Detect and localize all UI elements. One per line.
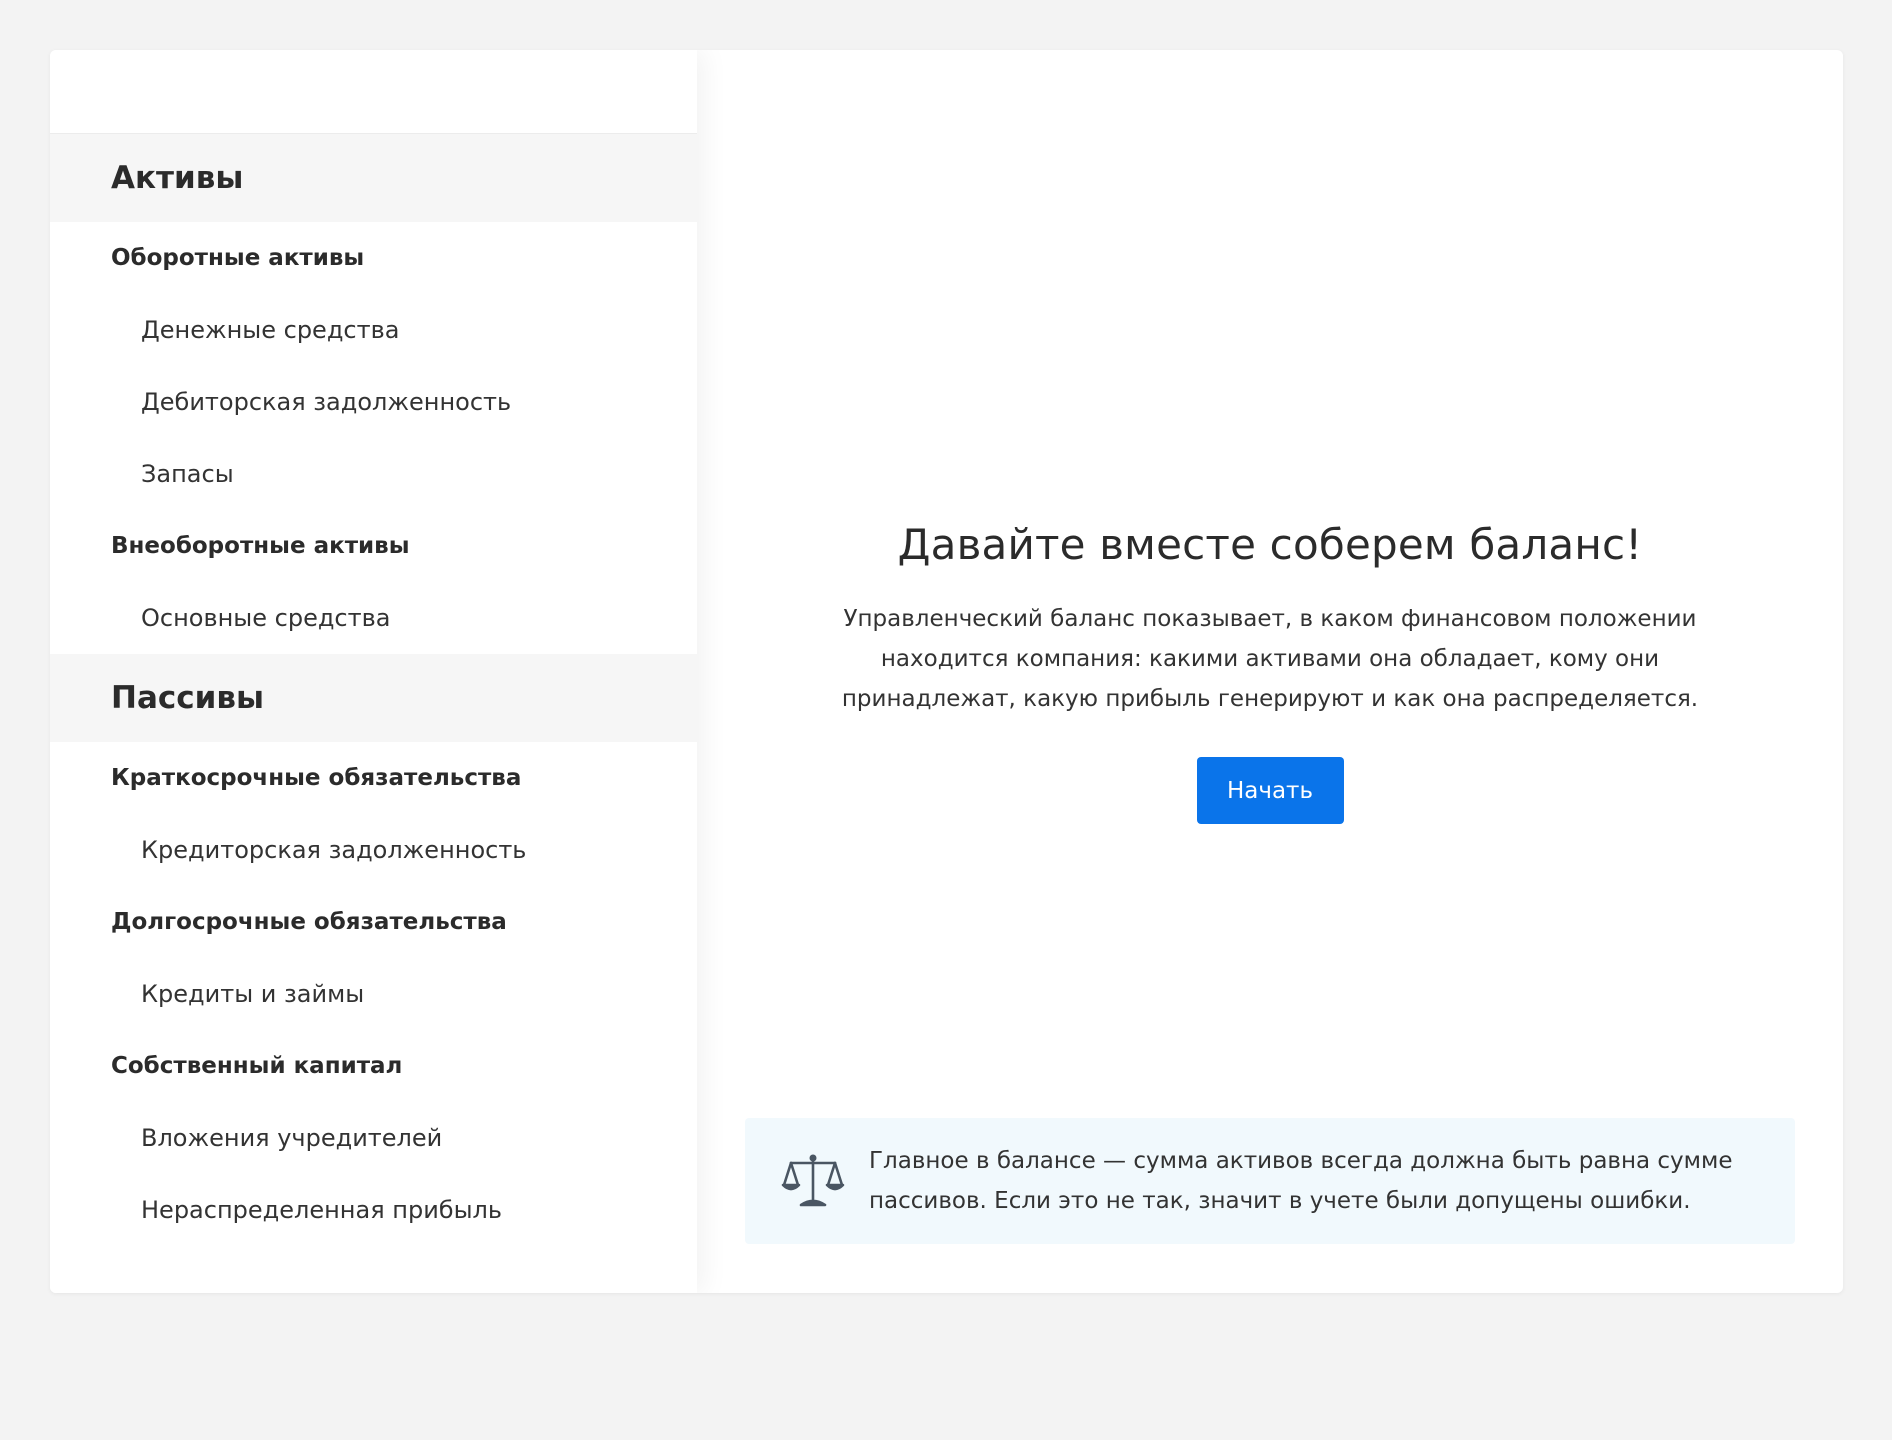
- sidebar-item-cash[interactable]: Денежные средства: [50, 294, 697, 366]
- sidebar-item-inventory[interactable]: Запасы: [50, 438, 697, 510]
- sidebar-item-founders-investments[interactable]: Вложения учредителей: [50, 1102, 697, 1174]
- group-short-term-liabilities: Краткосрочные обязательства: [111, 765, 522, 791]
- sidebar-item-loans[interactable]: Кредиты и займы: [50, 958, 697, 1030]
- note-text: Главное в балансе — сумма активов всегда…: [869, 1148, 1733, 1214]
- page-title: Давайте вместе соберем баланс!: [897, 520, 1643, 569]
- group-noncurrent-assets: Внеоборотные активы: [111, 533, 410, 559]
- group-equity: Собственный капитал: [111, 1053, 403, 1079]
- main-panel: Давайте вместе соберем баланс! Управленч…: [697, 50, 1843, 1293]
- sidebar-item-receivables[interactable]: Дебиторская задолженность: [50, 366, 697, 438]
- section-assets: Активы: [50, 134, 697, 222]
- sidebar-item-payables[interactable]: Кредиторская задолженность: [50, 814, 697, 886]
- info-note: Главное в балансе — сумма активов всегда…: [745, 1118, 1795, 1244]
- balance-sidebar: Активы Оборотные активы Денежные средств…: [50, 50, 697, 1293]
- section-liabilities: Пассивы: [50, 654, 697, 742]
- page-description: Управленческий баланс показывает, в како…: [841, 606, 1699, 712]
- sidebar-header: [50, 50, 697, 134]
- scales-icon: [781, 1149, 845, 1213]
- balance-card: Активы Оборотные активы Денежные средств…: [50, 50, 1843, 1293]
- group-long-term-liabilities: Долгосрочные обязательства: [111, 909, 507, 935]
- empty-state: Давайте вместе соберем баланс! Управленч…: [697, 520, 1843, 824]
- sidebar-item-fixed-assets[interactable]: Основные средства: [50, 582, 697, 654]
- start-button[interactable]: Начать: [1196, 757, 1344, 824]
- sidebar-item-retained-earnings[interactable]: Нераспределенная прибыль: [50, 1174, 697, 1246]
- group-current-assets: Оборотные активы: [111, 245, 365, 271]
